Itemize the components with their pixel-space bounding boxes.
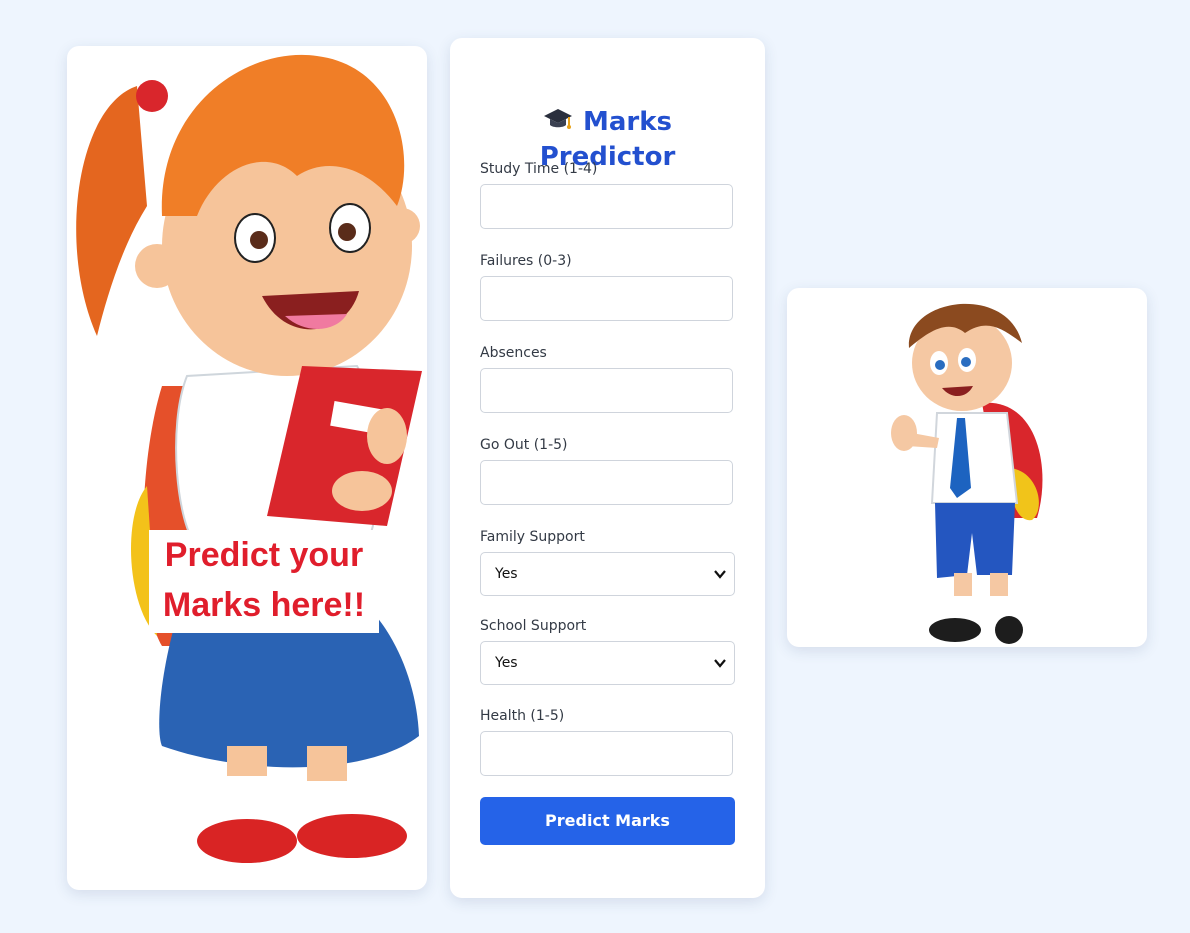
schoolgirl-illustration [76, 54, 422, 863]
boy-illustration-card [787, 288, 1147, 647]
graduation-cap-icon [543, 106, 573, 141]
schoolboy-illustration [891, 303, 1043, 644]
predict-marks-button[interactable]: Predict Marks [480, 797, 735, 845]
absences-label: Absences [480, 345, 547, 361]
school-support-label: School Support [480, 618, 587, 634]
health-label: Health (1-5) [480, 708, 565, 724]
school-support-value: Yes [495, 655, 518, 671]
girl-illustration-card: Predict your Marks here!! [67, 46, 427, 890]
promo-line-2: Marks here!! [162, 586, 366, 624]
chevron-down-icon [714, 659, 726, 668]
title-line-1: Marks [582, 107, 672, 137]
go-out-label: Go Out (1-5) [480, 437, 568, 453]
study-time-input[interactable] [480, 184, 733, 229]
absences-input[interactable] [480, 368, 733, 413]
predictor-form-card: Marks Predictor Study Time (1-4) Failure… [450, 38, 765, 898]
family-support-value: Yes [495, 566, 518, 582]
failures-label: Failures (0-3) [480, 253, 572, 269]
study-time-label: Study Time (1-4) [480, 161, 598, 177]
school-support-select[interactable]: Yes [480, 641, 735, 685]
promo-banner: Predict your Marks here!! [149, 530, 379, 633]
chevron-down-icon [714, 570, 726, 579]
family-support-select[interactable]: Yes [480, 552, 735, 596]
family-support-label: Family Support [480, 529, 585, 545]
health-input[interactable] [480, 731, 733, 776]
promo-line-1: Predict your [164, 536, 364, 574]
go-out-input[interactable] [480, 460, 733, 505]
failures-input[interactable] [480, 276, 733, 321]
